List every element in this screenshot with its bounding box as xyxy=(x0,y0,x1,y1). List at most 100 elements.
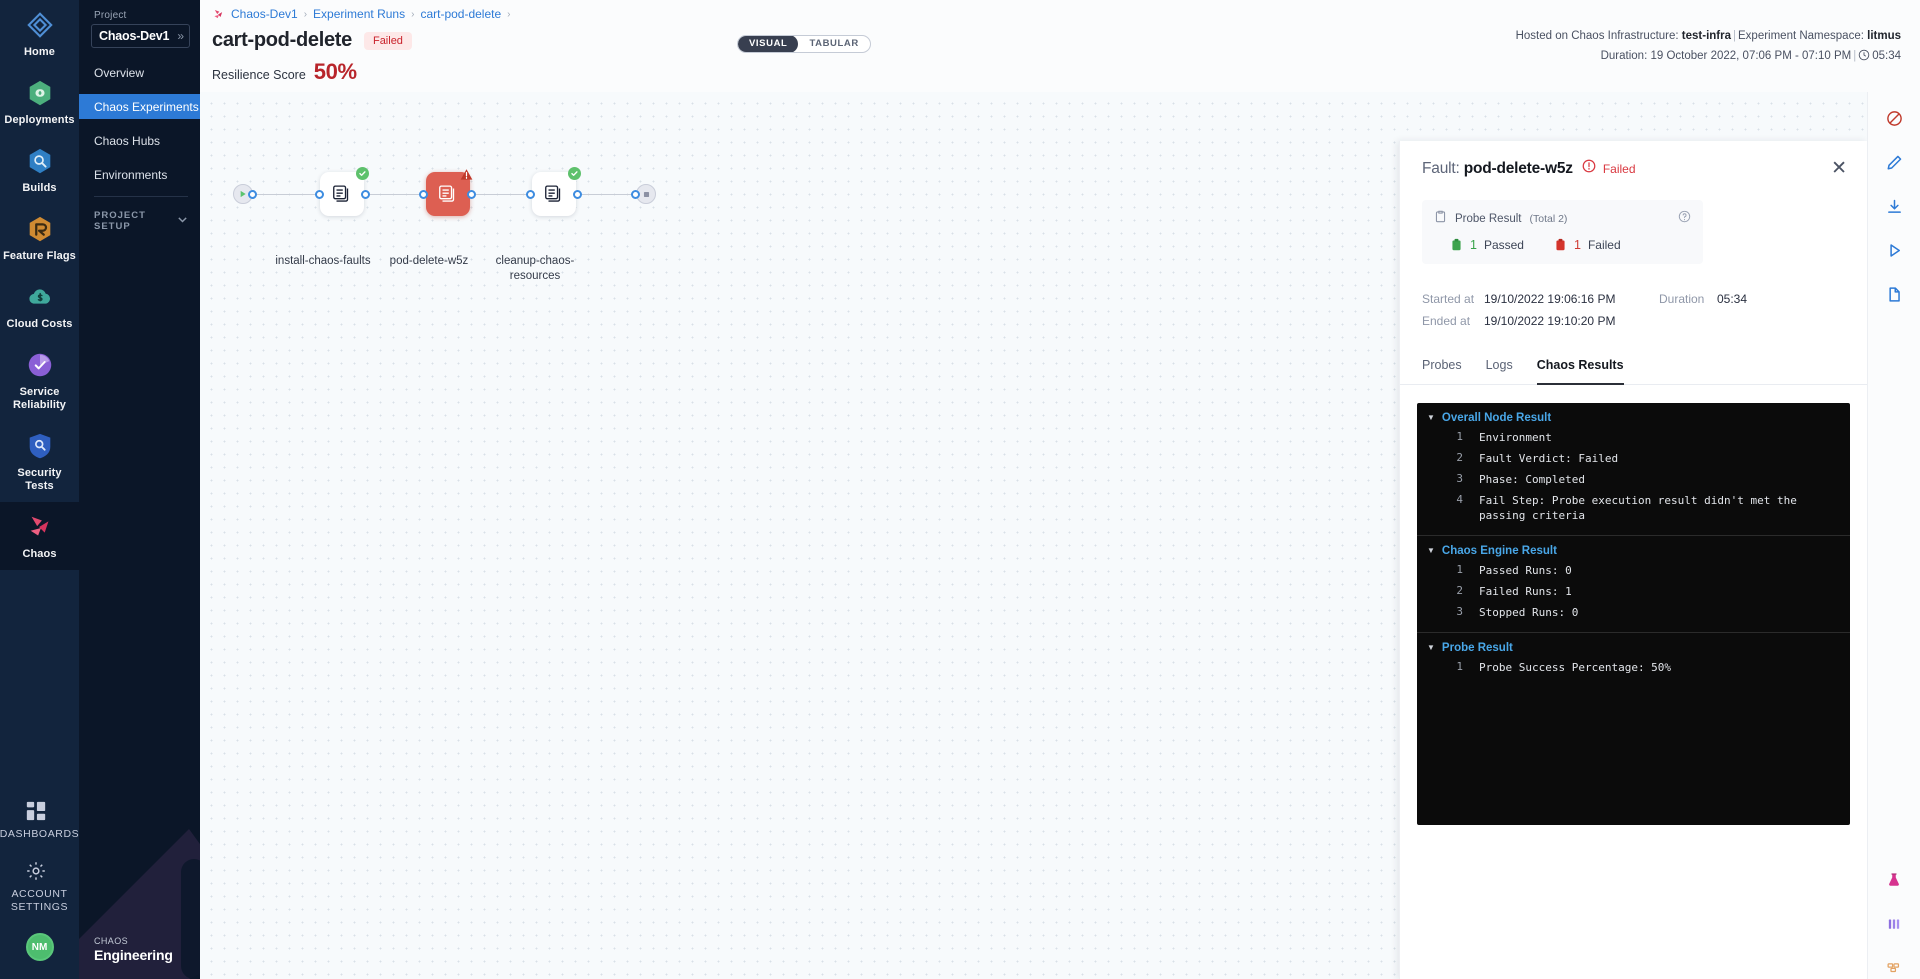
project-selector[interactable]: Chaos-Dev1 » xyxy=(91,24,190,48)
service-reliability-icon xyxy=(25,350,55,380)
blocks-glyph xyxy=(1886,960,1902,976)
home-diamond-icon xyxy=(25,10,55,40)
feature-flags-icon xyxy=(25,214,55,244)
graph-port xyxy=(361,190,370,199)
project-footer: CHAOS Engineering xyxy=(94,936,173,963)
stop-circle-icon[interactable] xyxy=(1883,107,1905,129)
module-rail-items: Home Deployments xyxy=(0,0,79,570)
check-icon xyxy=(570,169,579,178)
result-line: 3Phase: Completed xyxy=(1417,472,1850,487)
meta-duration: Duration: 19 October 2022, 07:06 PM - 07… xyxy=(1516,46,1901,68)
result-section-probe-result: ▼ Probe Result 1Probe Success Percentage… xyxy=(1417,633,1850,823)
sidebar-item-environments[interactable]: Environments xyxy=(79,162,200,187)
line-number: 3 xyxy=(1417,472,1463,487)
breadcrumb-item-experiment-runs[interactable]: Experiment Runs xyxy=(313,7,405,21)
result-section-header[interactable]: ▼ Probe Result xyxy=(1417,642,1850,654)
result-section-overall-node-result: ▼ Overall Node Result 1Environment 2Faul… xyxy=(1417,403,1850,536)
meta-duration-label: Duration: xyxy=(1601,50,1648,62)
rail-item-builds[interactable]: Builds xyxy=(0,136,79,204)
close-icon[interactable]: ✕ xyxy=(1831,159,1847,178)
line-number: 2 xyxy=(1417,451,1463,466)
caret-down-icon[interactable]: ▼ xyxy=(1427,644,1435,652)
graph-port xyxy=(631,190,640,199)
probe-passed: 1 Passed xyxy=(1450,237,1524,252)
page-header: Chaos-Dev1 › Experiment Runs › cart-pod-… xyxy=(200,0,1920,92)
chaos-results-console[interactable]: ▼ Overall Node Result 1Environment 2Faul… xyxy=(1417,403,1850,825)
avatar-wrap[interactable]: NM xyxy=(26,923,54,979)
project-setup-section[interactable]: PROJECT SETUP xyxy=(79,197,200,232)
tab-chaos-results[interactable]: Chaos Results xyxy=(1537,358,1624,385)
result-section-header[interactable]: ▼ Overall Node Result xyxy=(1417,412,1850,424)
panel-fault-name: pod-delete-w5z xyxy=(1464,160,1573,177)
tab-logs[interactable]: Logs xyxy=(1486,358,1513,385)
line-text: Phase: Completed xyxy=(1463,472,1585,487)
clipboard-pass-icon xyxy=(1450,237,1463,252)
rail-item-feature-flags[interactable]: Feature Flags xyxy=(0,204,79,272)
probe-failed: 1 Failed xyxy=(1554,237,1621,252)
rail-item-account-settings[interactable]: ACCOUNT SETTINGS xyxy=(0,850,79,923)
caret-down-icon[interactable]: ▼ xyxy=(1427,547,1435,555)
double-chevron-right-icon[interactable]: » xyxy=(177,30,184,42)
bars-icon[interactable] xyxy=(1883,913,1905,935)
toggle-tabular[interactable]: TABULAR xyxy=(798,35,869,53)
graph-edge xyxy=(257,194,319,195)
result-section-header[interactable]: ▼ Chaos Engine Result xyxy=(1417,545,1850,557)
graph-node-cleanup-chaos-resources[interactable]: cleanup-chaos-resources xyxy=(532,172,576,216)
sidebar-item-chaos-hubs[interactable]: Chaos Hubs xyxy=(79,128,200,153)
caret-down-icon[interactable]: ▼ xyxy=(1427,414,1435,422)
rail-item-cloud-costs[interactable]: Cloud Costs xyxy=(0,272,79,340)
view-mode-toggle[interactable]: VISUAL TABULAR xyxy=(737,35,871,53)
probe-passed-label: Passed xyxy=(1484,238,1524,252)
play-icon[interactable] xyxy=(1883,239,1905,261)
line-text: Passed Runs: 0 xyxy=(1463,563,1572,578)
graph-node-pod-delete-w5z[interactable]: pod-delete-w5z xyxy=(426,172,470,216)
check-icon xyxy=(358,169,367,178)
ended-label: Ended at xyxy=(1422,314,1484,328)
sidebar-item-chaos-experiments[interactable]: Chaos Experiments xyxy=(79,94,200,119)
rail-item-deployments[interactable]: Deployments xyxy=(0,68,79,136)
blocks-icon[interactable] xyxy=(1883,957,1905,979)
line-text: Stopped Runs: 0 xyxy=(1463,605,1578,620)
rail-item-service-reliability[interactable]: Service Reliability xyxy=(0,340,79,421)
fault-node-icon xyxy=(437,183,459,205)
download-icon[interactable] xyxy=(1883,195,1905,217)
meta-infrastructure: Hosted on Chaos Infrastructure: test-inf… xyxy=(1516,26,1901,46)
result-section-chaos-engine-result: ▼ Chaos Engine Result 1Passed Runs: 0 2F… xyxy=(1417,536,1850,633)
document-icon[interactable] xyxy=(1883,283,1905,305)
rail-item-chaos[interactable]: Chaos xyxy=(0,502,79,570)
meta-duration-value: 19 October 2022, 07:06 PM - 07:10 PM xyxy=(1650,50,1851,62)
result-section-title: Chaos Engine Result xyxy=(1442,545,1557,557)
breadcrumb-item-current[interactable]: cart-pod-delete xyxy=(420,7,501,21)
tab-probes[interactable]: Probes xyxy=(1422,358,1462,385)
avatar[interactable]: NM xyxy=(26,933,54,961)
meta-ns-label: Experiment Namespace: xyxy=(1738,30,1864,42)
breadcrumb-item-project[interactable]: Chaos-Dev1 xyxy=(231,7,298,21)
sidebar-item-overview[interactable]: Overview xyxy=(79,60,200,85)
module-rail: Home Deployments xyxy=(0,0,79,979)
status-badge-success xyxy=(356,167,369,180)
gear-icon xyxy=(25,860,55,882)
rail-item-dashboards[interactable]: DASHBOARDS xyxy=(0,790,79,850)
help-circle-icon[interactable] xyxy=(1678,210,1691,228)
graph-node-label: cleanup-chaos-resources xyxy=(475,254,595,284)
app-root: Home Deployments xyxy=(0,0,1920,979)
clipboard-icon xyxy=(1434,210,1447,228)
chevron-down-icon[interactable] xyxy=(177,214,188,228)
rail-label: DASHBOARDS xyxy=(0,828,79,841)
meta-ns-value: litmus xyxy=(1867,30,1901,42)
graph-node-install-chaos-faults[interactable]: install-chaos-faults xyxy=(320,172,364,216)
rail-label: Home xyxy=(24,46,55,59)
cloud-costs-icon xyxy=(25,282,55,312)
line-number: 1 xyxy=(1417,563,1463,578)
meta-infra-label: Hosted on Chaos Infrastructure: xyxy=(1516,30,1679,42)
flask-icon[interactable] xyxy=(1883,869,1905,891)
panel-status: Failed xyxy=(1603,162,1636,176)
rail-item-home[interactable]: Home xyxy=(0,0,79,68)
toggle-visual[interactable]: VISUAL xyxy=(738,35,798,53)
sidebar-item-label: Environments xyxy=(94,168,167,182)
pencil-icon[interactable] xyxy=(1883,151,1905,173)
rail-item-security-tests[interactable]: Security Tests xyxy=(0,421,79,502)
probe-result-card: Probe Result (Total 2) 1 Passed xyxy=(1422,200,1703,264)
panel-tabs: Probes Logs Chaos Results xyxy=(1400,358,1867,385)
status-badge-warning xyxy=(460,168,473,181)
